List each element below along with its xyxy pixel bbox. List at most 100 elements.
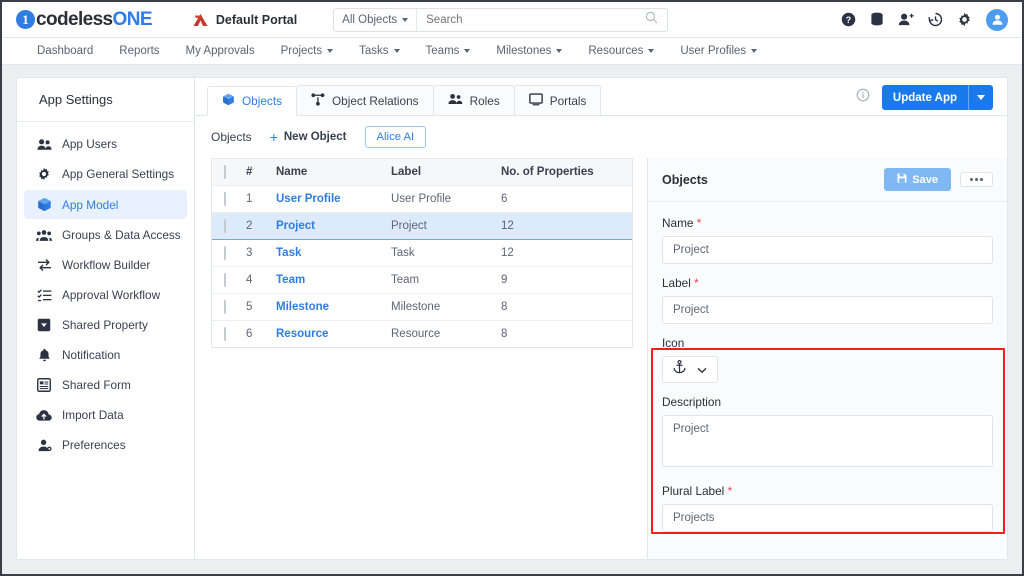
top-bar: 1 codelessONE Default Portal All Objects… (2, 2, 1022, 38)
table-row[interactable]: 1 User Profile User Profile 6 (212, 185, 632, 213)
sidebar-item-preferences[interactable]: Preferences (24, 431, 187, 459)
field-label-text: Label (662, 276, 691, 290)
new-object-button[interactable]: + New Object (270, 129, 347, 145)
nav-item-my-approvals[interactable]: My Approvals (173, 38, 268, 64)
select-all-cell[interactable] (212, 159, 246, 186)
alice-ai-button[interactable]: Alice AI (364, 126, 427, 148)
nav-item-teams[interactable]: Teams (413, 38, 484, 64)
tab-object-relations[interactable]: Object Relations (296, 85, 434, 115)
sidebar-item-notification[interactable]: Notification (24, 341, 187, 369)
database-icon[interactable] (870, 12, 884, 27)
sidebar-item-app-model[interactable]: App Model (24, 190, 187, 219)
save-button[interactable]: Save (884, 168, 951, 191)
plus-icon: + (269, 129, 278, 145)
row-checkbox[interactable] (224, 191, 226, 206)
row-name-link[interactable]: Resource (276, 328, 328, 340)
chevron-down-icon (648, 49, 655, 53)
search-scope-dropdown[interactable]: All Objects (334, 8, 418, 31)
users-icon (448, 93, 463, 108)
nav-item-projects[interactable]: Projects (268, 38, 347, 64)
relations-icon (311, 92, 325, 109)
chevron-down-icon[interactable] (969, 95, 993, 100)
logo-mark-icon: 1 (16, 10, 35, 29)
table-row[interactable]: 2 Project Project 12 (212, 211, 632, 240)
help-circle-icon[interactable]: ? (841, 12, 856, 27)
field-name: Name * (662, 216, 993, 264)
chevron-down-icon (697, 361, 707, 379)
sidebar-item-groups-data-access[interactable]: Groups & Data Access (24, 221, 187, 249)
brand-name-part1: codeless (36, 8, 113, 30)
row-index: 3 (246, 239, 276, 267)
tab-portals[interactable]: Portals (513, 85, 602, 115)
row-name-link[interactable]: Task (276, 247, 301, 259)
sidebar-item-import-data[interactable]: Import Data (24, 401, 187, 429)
sidebar-item-label: Approval Workflow (62, 288, 161, 302)
table-row[interactable]: 4 Team Team 9 (212, 266, 632, 294)
main-navigation: Dashboard Reports My Approvals Projects … (2, 38, 1022, 65)
sidebar-item-label: Preferences (62, 438, 126, 452)
row-checkbox[interactable] (224, 245, 226, 260)
table-row[interactable]: 5 Milestone Milestone 8 (212, 293, 632, 321)
select-all-checkbox[interactable] (224, 164, 226, 179)
row-name-link[interactable]: User Profile (276, 193, 341, 205)
tab-roles[interactable]: Roles (432, 85, 515, 115)
column-header-properties: No. of Properties (501, 159, 632, 186)
history-icon[interactable] (928, 12, 943, 27)
search-icon[interactable] (645, 11, 658, 29)
users-icon (36, 138, 52, 151)
objects-toolbar: Objects + New Object Alice AI (195, 116, 1007, 158)
info-circle-icon[interactable] (856, 88, 870, 107)
nav-item-milestones[interactable]: Milestones (483, 38, 575, 64)
sidebar-item-approval-workflow[interactable]: Approval Workflow (24, 281, 187, 309)
description-textarea[interactable] (662, 415, 993, 467)
nav-label: Teams (425, 45, 460, 57)
required-marker: * (694, 276, 699, 290)
brand-logo[interactable]: 1 codelessONE (16, 8, 153, 31)
row-name-link[interactable]: Project (276, 220, 315, 232)
update-app-button[interactable]: Update App (881, 85, 993, 110)
portal-selector[interactable]: Default Portal (192, 13, 297, 27)
field-label-text: Name (662, 216, 694, 230)
row-name-link[interactable]: Team (276, 274, 305, 286)
sidebar-item-shared-property[interactable]: Shared Property (24, 311, 187, 339)
details-panel-actions: Save (884, 168, 993, 191)
dropdown-box-icon (36, 318, 52, 332)
cloud-upload-icon (36, 409, 52, 422)
nav-item-resources[interactable]: Resources (575, 38, 667, 64)
avatar[interactable] (986, 8, 1008, 31)
label-input[interactable] (662, 296, 993, 324)
tab-objects[interactable]: Objects (207, 86, 297, 116)
search-input[interactable] (417, 13, 646, 26)
row-properties-count: 9 (501, 266, 632, 294)
chevron-down-icon (393, 49, 400, 53)
nav-label: Reports (119, 45, 160, 57)
sidebar-item-shared-form[interactable]: Shared Form (24, 371, 187, 399)
gear-icon[interactable] (957, 12, 972, 27)
table-row[interactable]: 3 Task Task 12 (212, 239, 632, 267)
row-checkbox[interactable] (224, 272, 226, 287)
sidebar-item-app-users[interactable]: App Users (24, 130, 187, 158)
page-body: App Settings App Users App General Setti… (2, 65, 1022, 574)
more-options-button[interactable] (960, 172, 993, 187)
plural-label-input[interactable] (662, 504, 993, 532)
sidebar-item-app-general-settings[interactable]: App General Settings (24, 160, 187, 188)
user-settings-icon (36, 439, 52, 452)
nav-item-reports[interactable]: Reports (106, 38, 172, 64)
row-name-link[interactable]: Milestone (276, 301, 329, 313)
name-input[interactable] (662, 236, 993, 264)
icon-select-dropdown[interactable] (662, 356, 718, 383)
nav-item-dashboard[interactable]: Dashboard (24, 38, 106, 64)
table-row[interactable]: 6 Resource Resource 8 (212, 320, 632, 347)
save-label: Save (912, 173, 938, 186)
object-details-panel: Objects Save Name * Project Label * Proj… (647, 158, 1007, 559)
row-checkbox[interactable] (224, 326, 226, 341)
add-user-icon[interactable] (898, 12, 914, 27)
row-checkbox[interactable] (224, 218, 226, 233)
sidebar-item-workflow-builder[interactable]: Workflow Builder (24, 251, 187, 279)
update-app-label: Update App (892, 91, 957, 104)
search-bar[interactable]: All Objects (333, 7, 669, 32)
nav-item-user-profiles[interactable]: User Profiles (667, 38, 770, 64)
row-checkbox[interactable] (224, 299, 226, 314)
sidebar-item-label: Shared Property (62, 318, 148, 332)
nav-item-tasks[interactable]: Tasks (346, 38, 412, 64)
